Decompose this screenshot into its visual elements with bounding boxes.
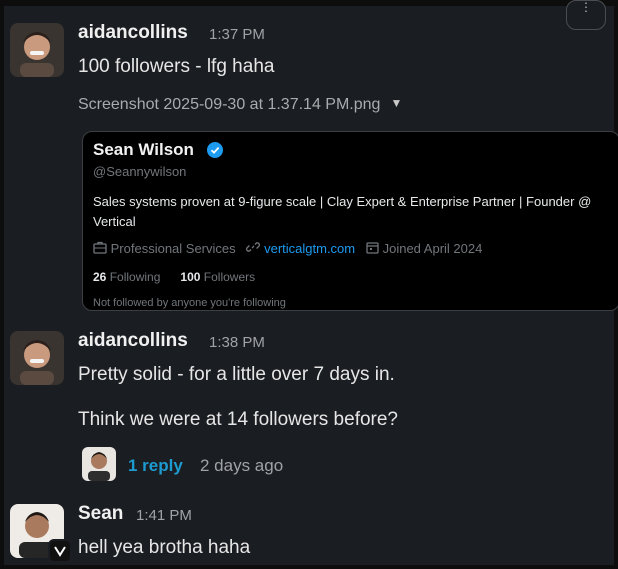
profile-meta: Professional Services verticalgtm.com Jo… (93, 240, 482, 256)
briefcase-icon (93, 241, 107, 254)
followers-count: 100 (180, 270, 201, 284)
avatar[interactable] (10, 23, 64, 77)
profile-category: Professional Services (110, 241, 236, 257)
profile-note: Not followed by anyone you're following (93, 297, 286, 309)
profile-counts: 26 Following 100 Followers (93, 270, 255, 284)
avatar (82, 447, 116, 481)
profile-bio: Sales systems proven at 9-figure scale |… (93, 194, 592, 229)
profile-name: Sean Wilson (93, 140, 194, 159)
reply-count-link[interactable]: 1 reply (128, 456, 183, 476)
following-count: 26 (93, 270, 107, 284)
caret-down-icon[interactable]: ▼ (390, 96, 402, 110)
calendar-icon (366, 242, 379, 254)
screenshot-image[interactable]: Sean Wilson @Seannywilson Sales systems … (82, 131, 618, 311)
followers-label: Followers (203, 270, 256, 284)
following-label: Following (109, 270, 161, 284)
link-icon (246, 242, 261, 252)
message-text: Think we were at 14 followers before? (78, 409, 398, 430)
message-pane: ⋮ aidancollins 1:37 PM 100 followers - l… (0, 0, 618, 569)
attachment-filename-label: Screenshot 2025-09-30 at 1.37.14 PM.png (78, 96, 381, 113)
author-name[interactable]: aidancollins (78, 22, 188, 44)
author-name[interactable]: Sean (78, 503, 123, 525)
message-text: hell yea brotha haha (78, 537, 251, 558)
reply-time: 2 days ago (200, 456, 284, 475)
message-text: 100 followers - lfg haha (78, 56, 275, 77)
status-icon[interactable] (48, 539, 72, 563)
timestamp[interactable]: 1:37 PM (209, 26, 265, 43)
verified-badge-icon (207, 142, 223, 158)
profile-joined: Joined April 2024 (382, 241, 483, 257)
profile-website: verticalgtm.com (264, 241, 356, 257)
avatar[interactable] (10, 331, 64, 385)
profile-handle: @Seannywilson (93, 164, 187, 179)
timestamp[interactable]: 1:41 PM (136, 507, 192, 524)
overflow-button[interactable]: ⋮ (566, 0, 606, 30)
author-name[interactable]: aidancollins (78, 330, 188, 352)
attachment-filename[interactable]: Screenshot 2025-09-30 at 1.37.14 PM.png ▼ (78, 96, 402, 114)
timestamp[interactable]: 1:38 PM (209, 334, 265, 351)
message-text: Pretty solid - for a little over 7 days … (78, 364, 395, 385)
